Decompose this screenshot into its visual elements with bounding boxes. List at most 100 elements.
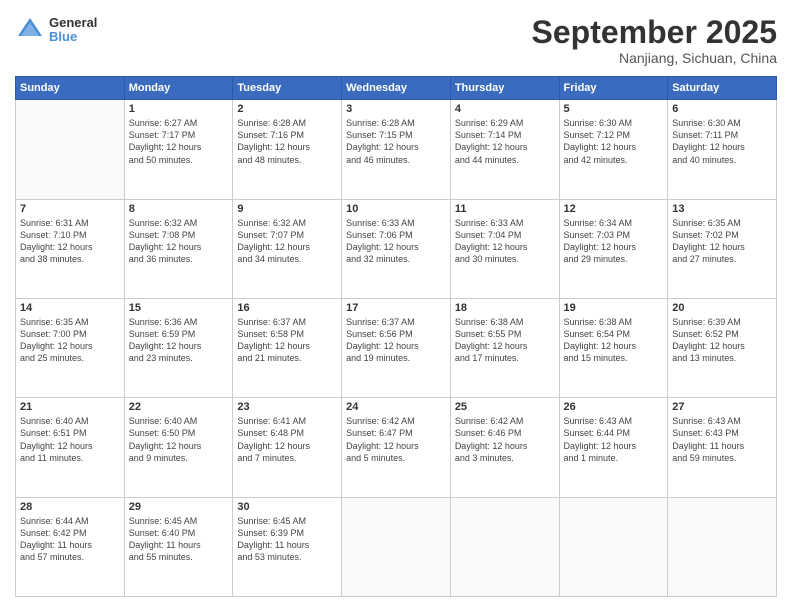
week-row-0: 1 Sunrise: 6:27 AM Sunset: 7:17 PM Daylig…: [16, 100, 777, 199]
cell-info: Sunrise: 6:44 AM Sunset: 6:42 PM Dayligh…: [20, 515, 120, 564]
day-number: 20: [672, 302, 772, 314]
cell-info: Sunrise: 6:40 AM Sunset: 6:51 PM Dayligh…: [20, 415, 120, 464]
day-number: 23: [237, 401, 337, 413]
title-block: September 2025 Nanjiang, Sichuan, China: [532, 15, 777, 66]
logo: General Blue: [15, 15, 97, 45]
logo-line1: General: [49, 16, 97, 30]
cell-info: Sunrise: 6:43 AM Sunset: 6:43 PM Dayligh…: [672, 415, 772, 464]
header: General Blue September 2025 Nanjiang, Si…: [15, 15, 777, 66]
calendar-cell: [668, 497, 777, 596]
calendar-cell: 6 Sunrise: 6:30 AM Sunset: 7:11 PM Daylig…: [668, 100, 777, 199]
calendar-cell: 7Sunrise: 6:31 AM Sunset: 7:10 PM Daylig…: [16, 199, 125, 298]
day-number: 12: [564, 203, 664, 215]
calendar-cell: 28 Sunrise: 6:44 AM Sunset: 6:42 PM Dayli…: [16, 497, 125, 596]
day-number: 1: [129, 103, 229, 115]
calendar-cell: 18 Sunrise: 6:38 AM Sunset: 6:55 PM Dayli…: [450, 298, 559, 397]
cell-info: Sunrise: 6:39 AM Sunset: 6:52 PM Dayligh…: [672, 316, 772, 365]
calendar-cell: [450, 497, 559, 596]
location: Nanjiang, Sichuan, China: [532, 50, 777, 66]
day-header-sunday: Sunday: [16, 77, 125, 100]
day-header-friday: Friday: [559, 77, 668, 100]
day-number: 28: [20, 501, 120, 513]
cell-info: Sunrise: 6:40 AM Sunset: 6:50 PM Dayligh…: [129, 415, 229, 464]
calendar-cell: 19 Sunrise: 6:38 AM Sunset: 6:54 PM Dayli…: [559, 298, 668, 397]
page: General Blue September 2025 Nanjiang, Si…: [0, 0, 792, 612]
calendar-cell: 12 Sunrise: 6:34 AM Sunset: 7:03 PM Dayli…: [559, 199, 668, 298]
calendar-cell: 9 Sunrise: 6:32 AM Sunset: 7:07 PM Daylig…: [233, 199, 342, 298]
calendar-cell: 14 Sunrise: 6:35 AM Sunset: 7:00 PM Dayli…: [16, 298, 125, 397]
day-header-thursday: Thursday: [450, 77, 559, 100]
calendar-cell: 25 Sunrise: 6:42 AM Sunset: 6:46 PM Dayli…: [450, 398, 559, 497]
day-header-wednesday: Wednesday: [342, 77, 451, 100]
calendar-cell: 24Sunrise: 6:42 AM Sunset: 6:47 PM Dayli…: [342, 398, 451, 497]
cell-info: Sunrise: 6:45 AM Sunset: 6:40 PM Dayligh…: [129, 515, 229, 564]
day-number: 4: [455, 103, 555, 115]
day-number: 19: [564, 302, 664, 314]
cell-info: Sunrise: 6:29 AM Sunset: 7:14 PM Dayligh…: [455, 117, 555, 166]
cell-info: Sunrise: 6:33 AM Sunset: 7:04 PM Dayligh…: [455, 217, 555, 266]
day-number: 11: [455, 203, 555, 215]
day-number: 8: [129, 203, 229, 215]
day-header-tuesday: Tuesday: [233, 77, 342, 100]
calendar-table: SundayMondayTuesdayWednesdayThursdayFrid…: [15, 76, 777, 597]
calendar-cell: 22 Sunrise: 6:40 AM Sunset: 6:50 PM Dayli…: [124, 398, 233, 497]
day-header-saturday: Saturday: [668, 77, 777, 100]
day-number: 15: [129, 302, 229, 314]
cell-info: Sunrise: 6:41 AM Sunset: 6:48 PM Dayligh…: [237, 415, 337, 464]
cell-info: Sunrise: 6:38 AM Sunset: 6:55 PM Dayligh…: [455, 316, 555, 365]
day-number: 22: [129, 401, 229, 413]
calendar-cell: 23 Sunrise: 6:41 AM Sunset: 6:48 PM Dayli…: [233, 398, 342, 497]
day-number: 10: [346, 203, 446, 215]
day-number: 2: [237, 103, 337, 115]
day-number: 13: [672, 203, 772, 215]
calendar-cell: 17Sunrise: 6:37 AM Sunset: 6:56 PM Dayli…: [342, 298, 451, 397]
calendar-cell: [16, 100, 125, 199]
calendar-cell: 5Sunrise: 6:30 AM Sunset: 7:12 PM Daylig…: [559, 100, 668, 199]
cell-info: Sunrise: 6:30 AM Sunset: 7:11 PM Dayligh…: [672, 117, 772, 166]
day-header-monday: Monday: [124, 77, 233, 100]
cell-info: Sunrise: 6:28 AM Sunset: 7:15 PM Dayligh…: [346, 117, 446, 166]
calendar-cell: 16Sunrise: 6:37 AM Sunset: 6:58 PM Dayli…: [233, 298, 342, 397]
day-number: 7: [20, 203, 120, 215]
week-row-3: 21 Sunrise: 6:40 AM Sunset: 6:51 PM Dayli…: [16, 398, 777, 497]
cell-info: Sunrise: 6:32 AM Sunset: 7:08 PM Dayligh…: [129, 217, 229, 266]
cell-info: Sunrise: 6:35 AM Sunset: 7:00 PM Dayligh…: [20, 316, 120, 365]
day-number: 6: [672, 103, 772, 115]
cell-info: Sunrise: 6:33 AM Sunset: 7:06 PM Dayligh…: [346, 217, 446, 266]
calendar-cell: 2 Sunrise: 6:28 AM Sunset: 7:16 PM Daylig…: [233, 100, 342, 199]
cell-info: Sunrise: 6:32 AM Sunset: 7:07 PM Dayligh…: [237, 217, 337, 266]
cell-info: Sunrise: 6:34 AM Sunset: 7:03 PM Dayligh…: [564, 217, 664, 266]
day-number: 30: [237, 501, 337, 513]
calendar-cell: 21 Sunrise: 6:40 AM Sunset: 6:51 PM Dayli…: [16, 398, 125, 497]
cell-info: Sunrise: 6:27 AM Sunset: 7:17 PM Dayligh…: [129, 117, 229, 166]
day-number: 25: [455, 401, 555, 413]
week-row-1: 7Sunrise: 6:31 AM Sunset: 7:10 PM Daylig…: [16, 199, 777, 298]
cell-info: Sunrise: 6:42 AM Sunset: 6:46 PM Dayligh…: [455, 415, 555, 464]
day-number: 14: [20, 302, 120, 314]
day-number: 9: [237, 203, 337, 215]
cell-info: Sunrise: 6:37 AM Sunset: 6:56 PM Dayligh…: [346, 316, 446, 365]
calendar-cell: 29Sunrise: 6:45 AM Sunset: 6:40 PM Dayli…: [124, 497, 233, 596]
day-number: 27: [672, 401, 772, 413]
week-row-2: 14 Sunrise: 6:35 AM Sunset: 7:00 PM Dayli…: [16, 298, 777, 397]
calendar-cell: 30Sunrise: 6:45 AM Sunset: 6:39 PM Dayli…: [233, 497, 342, 596]
calendar-cell: 3Sunrise: 6:28 AM Sunset: 7:15 PM Daylig…: [342, 100, 451, 199]
calendar-cell: 8 Sunrise: 6:32 AM Sunset: 7:08 PM Daylig…: [124, 199, 233, 298]
logo-icon: [15, 15, 45, 45]
month-title: September 2025: [532, 15, 777, 50]
logo-text: General Blue: [49, 16, 97, 45]
calendar-cell: 27 Sunrise: 6:43 AM Sunset: 6:43 PM Dayli…: [668, 398, 777, 497]
calendar-cell: 15 Sunrise: 6:36 AM Sunset: 6:59 PM Dayli…: [124, 298, 233, 397]
day-number: 21: [20, 401, 120, 413]
cell-info: Sunrise: 6:37 AM Sunset: 6:58 PM Dayligh…: [237, 316, 337, 365]
cell-info: Sunrise: 6:43 AM Sunset: 6:44 PM Dayligh…: [564, 415, 664, 464]
cell-info: Sunrise: 6:28 AM Sunset: 7:16 PM Dayligh…: [237, 117, 337, 166]
cell-info: Sunrise: 6:38 AM Sunset: 6:54 PM Dayligh…: [564, 316, 664, 365]
calendar-cell: [342, 497, 451, 596]
cell-info: Sunrise: 6:36 AM Sunset: 6:59 PM Dayligh…: [129, 316, 229, 365]
calendar-cell: 26Sunrise: 6:43 AM Sunset: 6:44 PM Dayli…: [559, 398, 668, 497]
cell-info: Sunrise: 6:42 AM Sunset: 6:47 PM Dayligh…: [346, 415, 446, 464]
calendar-cell: 10 Sunrise: 6:33 AM Sunset: 7:06 PM Dayli…: [342, 199, 451, 298]
day-number: 18: [455, 302, 555, 314]
cell-info: Sunrise: 6:30 AM Sunset: 7:12 PM Dayligh…: [564, 117, 664, 166]
